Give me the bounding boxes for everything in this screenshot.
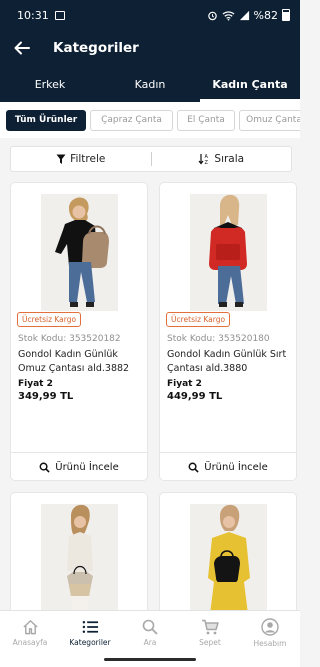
battery-percent: %82 <box>253 8 278 22</box>
free-shipping-badge: Ücretsiz Kargo <box>166 312 231 327</box>
view-product-label: Ürünü İncele <box>204 461 268 473</box>
chip-omuz-canta[interactable]: Omuz Çanta <box>239 109 300 131</box>
home-gesture-handle[interactable] <box>104 658 196 661</box>
nav-hesabim[interactable]: Hesabım <box>240 611 300 654</box>
category-tabs: Erkek Kadın Kadın Çanta <box>0 66 300 102</box>
nav-label: Kategoriler <box>69 637 111 647</box>
nav-kategoriler[interactable]: Kategoriler <box>60 611 120 654</box>
gallery-notification-icon <box>54 10 65 20</box>
chip-el-canta[interactable]: El Çanta <box>177 109 235 131</box>
filter-button[interactable]: Filtrele <box>11 153 151 165</box>
nav-label: Hesabım <box>253 638 287 648</box>
nav-anasayfa[interactable]: Anasayfa <box>0 611 60 654</box>
free-shipping-badge: Ücretsiz Kargo <box>17 312 82 327</box>
product-price: 449,99 TL <box>167 391 223 402</box>
battery-icon <box>282 9 290 21</box>
product-card[interactable]: Ücretsiz Kargo Stok Kodu: 353520182 Gond… <box>10 182 148 481</box>
tab-erkek[interactable]: Erkek <box>0 66 100 102</box>
chip-capraz-canta[interactable]: Çapraz Çanta <box>90 109 173 131</box>
product-card[interactable] <box>159 492 297 622</box>
product-card[interactable]: Ücretsiz Kargo Stok Kodu: 353520180 Gond… <box>159 182 297 481</box>
back-button[interactable] <box>12 38 32 58</box>
home-icon <box>22 619 38 634</box>
search-icon <box>142 619 158 635</box>
product-name[interactable]: Gondol Kadın Günlük Omuz Çantası ald.388… <box>18 348 146 376</box>
sort-button[interactable]: AZ Sırala <box>152 153 292 165</box>
svg-text:Z: Z <box>205 160 209 165</box>
alarm-icon <box>207 11 217 20</box>
funnel-icon <box>56 154 66 164</box>
view-product-button[interactable]: Ürünü İncele <box>11 453 147 480</box>
back-arrow-icon <box>14 41 30 55</box>
nav-ara[interactable]: Ara <box>120 611 180 654</box>
product-card[interactable] <box>10 492 148 622</box>
chip-tum-urunler[interactable]: Tüm Ürünler <box>6 109 86 131</box>
cart-icon <box>202 619 219 634</box>
product-image[interactable] <box>41 194 118 311</box>
nav-label: Sepet <box>199 637 221 647</box>
list-icon <box>82 620 98 633</box>
price-label: Fiyat 2 <box>18 379 53 389</box>
nav-sepet[interactable]: Sepet <box>180 611 240 654</box>
filter-label: Filtrele <box>70 153 106 165</box>
app-bar: Kategoriler <box>0 30 300 66</box>
tab-kadin[interactable]: Kadın <box>100 66 200 102</box>
product-sku: Stok Kodu: 353520180 <box>167 334 270 344</box>
account-icon <box>261 617 279 636</box>
magnifier-icon <box>39 462 50 473</box>
price-label: Fiyat 2 <box>167 379 202 389</box>
status-time: 10:31 <box>17 8 49 22</box>
view-product-button[interactable]: Ürünü İncele <box>160 453 296 480</box>
subcategory-chips: Tüm Ürünler Çapraz Çanta El Çanta Omuz Ç… <box>0 102 300 138</box>
bottom-navigation: Anasayfa Kategoriler Ara Sepet Hesabım <box>0 610 300 654</box>
product-sku: Stok Kodu: 353520182 <box>18 334 121 344</box>
product-image[interactable] <box>190 194 267 311</box>
product-image[interactable] <box>190 504 267 614</box>
system-navigation-bar <box>0 654 300 667</box>
filter-sort-bar: Filtrele AZ Sırala <box>10 146 292 172</box>
signal-icon <box>239 10 249 20</box>
tab-kadin-canta[interactable]: Kadın Çanta <box>200 66 300 102</box>
page-title: Kategoriler <box>53 40 139 56</box>
magnifier-icon <box>188 462 199 473</box>
product-name[interactable]: Gondol Kadın Günlük Sırt Çantası ald.388… <box>167 348 295 376</box>
nav-label: Anasayfa <box>12 637 48 647</box>
view-product-label: Ürünü İncele <box>55 461 119 473</box>
wifi-icon <box>222 10 235 21</box>
status-bar: 10:31 %82 <box>0 0 300 30</box>
nav-label: Ara <box>143 637 157 647</box>
product-price: 349,99 TL <box>18 391 74 402</box>
product-image[interactable] <box>41 504 118 614</box>
sort-label: Sırala <box>214 153 245 165</box>
sort-icon: AZ <box>198 154 209 165</box>
